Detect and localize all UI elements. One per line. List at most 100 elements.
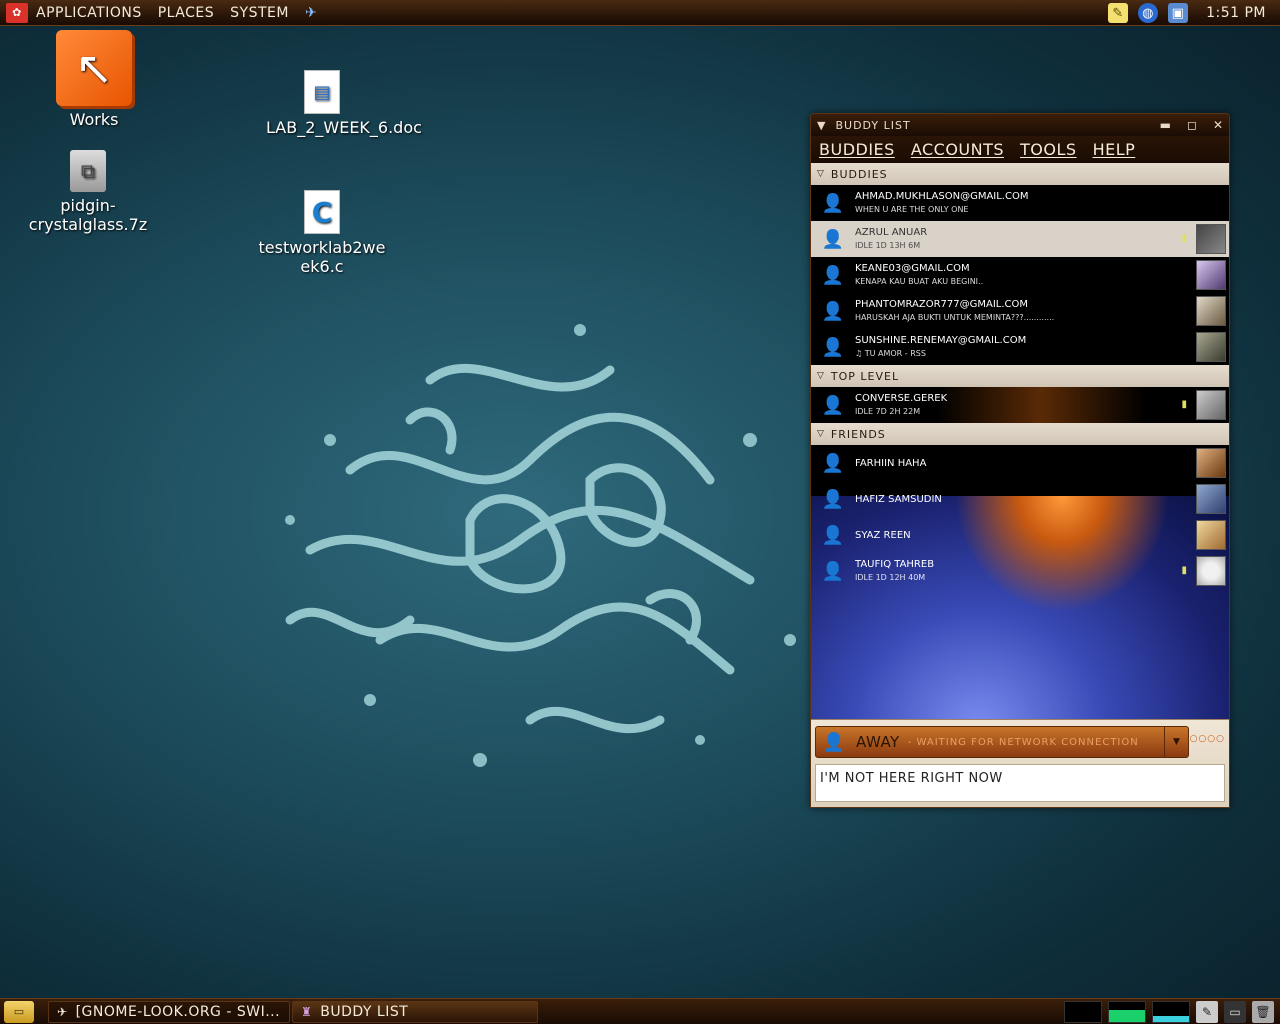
document-icon: ▤ xyxy=(304,70,340,114)
buddy-person-icon: 👤 xyxy=(821,336,845,358)
group-name: FRIENDS xyxy=(830,427,886,441)
task-label: [GNOME-LOOK.ORG - SWI... xyxy=(75,1003,281,1020)
folder-icon: ↖ xyxy=(56,30,132,106)
taskbar-item-buddy-list[interactable]: ♜ BUDDY LIST xyxy=(292,1000,538,1023)
buddy-person-icon: 👤 xyxy=(821,488,845,510)
connecting-indicator: ○○○○○ xyxy=(1180,734,1225,744)
group-name: TOP LEVEL xyxy=(830,369,900,383)
buddy-avatar xyxy=(1196,296,1226,326)
group-header-friends[interactable]: ▽ FRIENDS xyxy=(811,423,1229,445)
buddy-avatar xyxy=(1196,520,1226,550)
buddy-row[interactable]: 👤 PHANTOMRAZOR777@GMAIL.COM HARUSKAH AJA… xyxy=(811,293,1229,329)
desktop-icon-pidgin-archive[interactable]: ⧉ pidgin-crystalglass.7z xyxy=(18,150,158,234)
buddy-person-icon: 👤 xyxy=(821,264,845,286)
taskbar-item-browser[interactable]: ✈ [GNOME-LOOK.ORG - SWI... xyxy=(48,1000,290,1023)
buddy-name: HAFIZ SAMSUDIN xyxy=(855,493,942,505)
applications-menu[interactable]: APPLICATIONS xyxy=(28,5,150,21)
window-menu-icon[interactable]: ▼ xyxy=(817,119,825,132)
update-icon[interactable]: ▣ xyxy=(1168,3,1189,23)
buddy-row-selected[interactable]: 👤 AZRUL ANUAR IDLE 1D 13H 6M ▮ xyxy=(811,221,1229,257)
system-monitor-network[interactable] xyxy=(1152,1000,1190,1023)
c-source-icon: C xyxy=(304,190,340,234)
menu-help[interactable]: HELP xyxy=(1093,140,1136,159)
buddy-name: KEANE03@GMAIL.COM xyxy=(855,263,970,274)
expand-triangle-icon[interactable]: ▽ xyxy=(817,169,825,179)
window-titlebar[interactable]: ▼ BUDDY LIST ▬ ◻ ✕ xyxy=(811,114,1229,136)
network-globe-icon[interactable]: ◍ xyxy=(1138,3,1159,23)
group-header-top-level[interactable]: ▽ TOP LEVEL xyxy=(811,365,1229,387)
clock[interactable]: 1:51 PM xyxy=(1206,5,1266,21)
group-name: BUDDIES xyxy=(830,167,888,181)
desktop-icon-label: testworklab2week6.c xyxy=(258,238,386,276)
status-message-input[interactable]: I'M NOT HERE RIGHT NOW xyxy=(815,764,1225,802)
wallpaper-splash xyxy=(285,324,796,767)
desktop-icon-works[interactable]: ↖ Works xyxy=(24,30,164,129)
group-header-buddies[interactable]: ▽ BUDDIES xyxy=(811,163,1229,185)
buddy-avatar xyxy=(1196,390,1226,420)
system-menu[interactable]: SYSTEM xyxy=(222,5,297,21)
places-menu[interactable]: PLACES xyxy=(150,5,222,21)
buddy-avatar xyxy=(1196,224,1226,254)
expand-triangle-icon[interactable]: ▽ xyxy=(817,371,825,381)
buddy-person-icon: 👤 xyxy=(821,228,845,250)
buddy-row[interactable]: 👤 SUNSHINE.RENEMAY@GMAIL.COM ♫ TU AMOR -… xyxy=(811,329,1229,365)
buddy-row[interactable]: 👤 KEANE03@GMAIL.COM KENAPA KAU BUAT AKU … xyxy=(811,257,1229,293)
pidgin-icon: ♜ xyxy=(301,1004,313,1019)
menu-tools[interactable]: TOOLS xyxy=(1020,140,1077,159)
archive-icon: ⧉ xyxy=(70,150,106,192)
buddy-row[interactable]: 👤 HAFIZ SAMSUDIN xyxy=(811,481,1229,517)
buddy-name: AZRUL ANUAR xyxy=(855,227,928,238)
buddy-status: HARUSKAH AJA BUKTI UNTUK MEMINTA???.....… xyxy=(855,313,1055,322)
buddy-status: IDLE 1D 13H 6M xyxy=(855,241,921,250)
buddy-name: FARHIIN HAHA xyxy=(855,457,927,469)
buddy-row[interactable]: 👤 TAUFIQ TAHREB IDLE 1D 12H 40M ▮ xyxy=(811,553,1229,589)
buddy-avatar xyxy=(1196,448,1226,478)
buddy-status: ♫ TU AMOR - RSS xyxy=(855,349,926,358)
bottom-panel: ▭ ✈ [GNOME-LOOK.ORG - SWI... ♜ BUDDY LIS… xyxy=(0,998,1280,1024)
show-desktop-button[interactable]: ▭ xyxy=(4,1000,34,1023)
buddy-person-icon: 👤 xyxy=(821,300,845,322)
menu-accounts[interactable]: ACCOUNTS xyxy=(911,140,1004,159)
window-title: BUDDY LIST xyxy=(835,118,911,132)
buddy-status: IDLE 7D 2H 22M xyxy=(855,407,921,416)
maximize-button[interactable]: ◻ xyxy=(1187,118,1197,132)
buddy-avatar xyxy=(1196,260,1226,290)
menu-buddies[interactable]: BUDDIES xyxy=(819,140,895,159)
buddy-list[interactable]: ▽ BUDDIES 👤 AHMAD.MUKHLASON@GMAIL.COM WH… xyxy=(811,163,1229,768)
buddy-person-icon: 👤 xyxy=(821,524,845,546)
buddy-status: IDLE 1D 12H 40M xyxy=(855,573,926,582)
status-box: 👤 AWAY - WAITING FOR NETWORK CONNECTION … xyxy=(811,719,1229,807)
minimize-button[interactable]: ▬ xyxy=(1160,118,1171,132)
buddy-name: CONVERSE.GEREK xyxy=(855,393,948,404)
close-button[interactable]: ✕ xyxy=(1213,118,1223,132)
buddy-name: SUNSHINE.RENEMAY@GMAIL.COM xyxy=(855,335,1027,346)
buddy-status: WHEN U ARE THE ONLY ONE xyxy=(855,205,969,214)
status-value: AWAY xyxy=(856,733,900,751)
desktop-icon-lab-doc[interactable]: ▤ LAB_2_WEEK_6.doc xyxy=(252,70,422,137)
window-menubar: BUDDIES ACCOUNTS TOOLS HELP xyxy=(811,136,1229,163)
buddy-row[interactable]: 👤 FARHIIN HAHA xyxy=(811,445,1229,481)
text-editor-icon[interactable]: ✎ xyxy=(1196,1000,1218,1023)
notes-icon[interactable]: ✎ xyxy=(1108,3,1129,23)
trash-icon[interactable]: 🗑 xyxy=(1252,1000,1274,1023)
buddy-status: KENAPA KAU BUAT AKU BEGINI.. xyxy=(855,277,984,286)
status-selector[interactable]: 👤 AWAY - WAITING FOR NETWORK CONNECTION … xyxy=(815,726,1189,758)
status-detail: - WAITING FOR NETWORK CONNECTION xyxy=(907,736,1139,748)
away-status-icon: 👤 xyxy=(822,731,846,753)
buddy-avatar xyxy=(1196,556,1226,586)
mobile-phone-icon: ▮ xyxy=(1181,399,1187,410)
buddy-row[interactable]: 👤 SYAZ REEN xyxy=(811,517,1229,553)
desktop-icon-label: LAB_2_WEEK_6.doc xyxy=(266,118,422,137)
system-monitor-cpu[interactable] xyxy=(1064,1000,1102,1023)
top-panel: ✿ APPLICATIONS PLACES SYSTEM ✈ ✎ ◍ ▣ 1:5… xyxy=(0,0,1280,26)
buddy-row[interactable]: 👤 AHMAD.MUKHLASON@GMAIL.COM WHEN U ARE T… xyxy=(811,185,1229,221)
desktop-icon-c-source[interactable]: C testworklab2week6.c xyxy=(252,190,392,276)
desktop-icon-label: pidgin-crystalglass.7z xyxy=(28,196,148,234)
buddy-row[interactable]: 👤 CONVERSE.GEREK IDLE 7D 2H 22M ▮ xyxy=(811,387,1229,423)
gnome-foot-icon[interactable]: ✿ xyxy=(6,2,28,23)
launcher-icon[interactable]: ✈ xyxy=(297,5,325,21)
system-monitor-memory[interactable] xyxy=(1108,1000,1146,1023)
mobile-phone-icon: ▮ xyxy=(1181,565,1187,576)
expand-triangle-icon[interactable]: ▽ xyxy=(817,429,825,439)
terminal-icon[interactable]: ▭ xyxy=(1224,1000,1246,1023)
